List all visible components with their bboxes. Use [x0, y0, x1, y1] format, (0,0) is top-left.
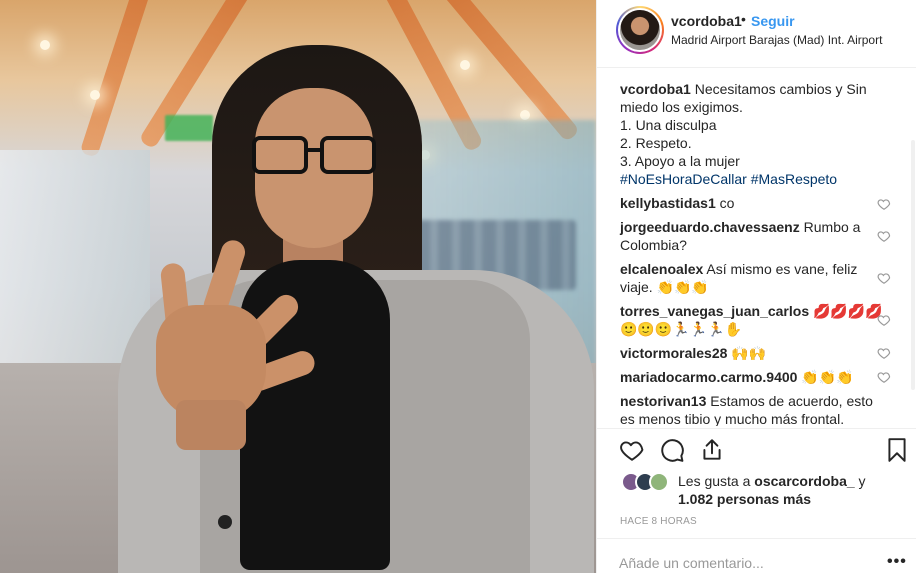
comment-text: co — [719, 195, 735, 211]
share-icon[interactable] — [699, 437, 725, 463]
avatar[interactable] — [616, 6, 664, 54]
comment-item: jorgeeduardo.chavessaenz Rumbo a Colombi… — [620, 218, 888, 254]
comment-username[interactable]: elcalenoalex — [620, 261, 703, 277]
comment-text: 🙌🙌 — [731, 345, 767, 361]
comment-username[interactable]: mariadocarmo.carmo.9400 — [620, 369, 797, 385]
post-timestamp[interactable]: HACE 8 HORAS — [620, 516, 697, 527]
small-heart-icon[interactable] — [877, 346, 891, 360]
hashtag-link[interactable]: #MasRespeto — [751, 171, 837, 187]
caption-username[interactable]: vcordoba1 — [620, 81, 691, 97]
liker-avatar[interactable] — [649, 472, 669, 492]
comment-username[interactable]: kellybastidas1 — [620, 195, 716, 211]
glasses — [252, 136, 376, 176]
likes-conj: y — [858, 473, 866, 489]
post-photo[interactable] — [0, 0, 596, 573]
comment-item: torres_vanegas_juan_carlos 💋💋💋💋🙂🙂🙂🏃🏃🏃✋ — [620, 302, 888, 338]
bookmark-icon[interactable] — [884, 437, 910, 463]
add-comment-bar: ••• — [597, 538, 916, 573]
follow-button[interactable]: Seguir — [751, 13, 795, 29]
liker-username[interactable]: oscarcordoba_ — [754, 473, 854, 489]
location-link[interactable]: Madrid Airport Barajas (Mad) Int. Airpor… — [671, 33, 882, 47]
person — [0, 0, 596, 573]
comment-item: mariadocarmo.carmo.9400 👏👏👏 — [620, 368, 888, 386]
caption-line: 2. Respeto. — [620, 135, 692, 151]
raised-hand — [148, 235, 318, 450]
avatar-border — [618, 8, 662, 52]
likes-text: Les gusta a oscarcordoba_ y 1.082 person… — [678, 472, 898, 508]
coat-button — [218, 515, 232, 529]
comment-item: elcalenoalex Así mismo es vane, feliz vi… — [620, 260, 888, 296]
comment-text: 👏👏👏 — [801, 369, 854, 385]
post-side-panel: vcordoba1 • Seguir Madrid Airport Baraja… — [596, 0, 916, 573]
post-actions — [597, 428, 916, 468]
likes-count[interactable]: 1.082 personas más — [678, 491, 811, 507]
comment-item: nestorivan13 Estamos de acuerdo, esto es… — [620, 392, 888, 426]
hashtag-link[interactable]: #NoEsHoraDeCallar — [620, 171, 747, 187]
small-heart-icon[interactable] — [877, 197, 891, 211]
header-username[interactable]: vcordoba1 — [671, 13, 742, 29]
comment-username[interactable]: jorgeeduardo.chavessaenz — [620, 219, 800, 235]
comment-username[interactable]: torres_vanegas_juan_carlos — [620, 303, 809, 319]
post-caption: vcordoba1 Necesitamos cambios y Sin mied… — [620, 80, 878, 188]
small-heart-icon[interactable] — [877, 271, 891, 285]
comments-list[interactable]: vcordoba1 Necesitamos cambios y Sin mied… — [597, 68, 916, 426]
small-heart-icon[interactable] — [877, 229, 891, 243]
glasses-lens — [320, 136, 376, 174]
comment-username[interactable]: nestorivan13 — [620, 393, 706, 409]
post-header: vcordoba1 • Seguir Madrid Airport Baraja… — [597, 0, 916, 68]
more-options-button[interactable]: ••• — [887, 553, 907, 571]
likes-prefix: Les gusta a — [678, 473, 751, 489]
small-heart-icon[interactable] — [877, 370, 891, 384]
glasses-lens — [252, 136, 308, 174]
caption-line: 3. Apoyo a la mujer — [620, 153, 740, 169]
likes-summary: Les gusta a oscarcordoba_ y 1.082 person… — [597, 468, 916, 512]
small-heart-icon[interactable] — [877, 313, 891, 327]
comment-item: victormorales28 🙌🙌 — [620, 344, 888, 362]
comment-item: kellybastidas1 co — [620, 194, 888, 212]
comment-input[interactable] — [619, 555, 869, 571]
comment-username[interactable]: victormorales28 — [620, 345, 727, 361]
heart-icon[interactable] — [619, 437, 645, 463]
header-separator: • — [741, 11, 746, 27]
comment-icon[interactable] — [659, 437, 685, 463]
caption-line: 1. Una disculpa — [620, 117, 717, 133]
comments-scrollbar[interactable] — [911, 140, 915, 390]
wrist — [176, 400, 246, 450]
avatar-image — [620, 10, 660, 50]
